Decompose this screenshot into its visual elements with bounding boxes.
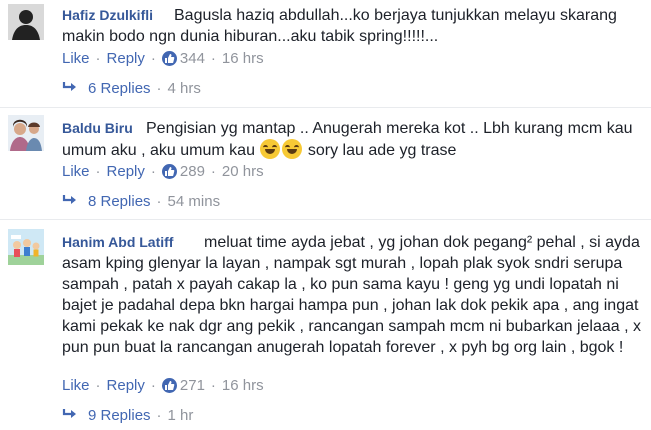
comment-text: meluat time ayda jebat , yg johan dok pe…: [62, 232, 641, 358]
like-button[interactable]: Like: [62, 50, 90, 67]
photo-avatar-icon[interactable]: [8, 115, 44, 151]
comment-actions: Like · Reply · 271 · 16 hrs: [62, 377, 264, 394]
divider: [0, 107, 651, 108]
like-count[interactable]: 344: [180, 50, 205, 67]
comment-body-end: sory lau ade yg trase: [303, 142, 457, 159]
comment-body: meluat time ayda jebat , yg johan dok pe…: [62, 234, 641, 356]
comment-time[interactable]: 20 hrs: [222, 163, 264, 180]
separator: ·: [95, 377, 101, 394]
separator: ·: [95, 163, 101, 180]
comment-actions: Like · Reply · 289 · 20 hrs: [62, 163, 264, 180]
replies-time: 54 mins: [167, 193, 221, 210]
reply-button[interactable]: Reply: [107, 50, 145, 67]
cartoon-avatar-icon[interactable]: [8, 229, 44, 265]
divider: [0, 219, 651, 220]
like-count[interactable]: 289: [180, 163, 205, 180]
comment-text: Bagusla haziq abdullah...ko berjaya tunj…: [62, 5, 641, 47]
thumbs-up-icon[interactable]: [161, 51, 177, 66]
like-button[interactable]: Like: [62, 377, 90, 394]
separator: ·: [150, 50, 156, 67]
separator: ·: [210, 377, 216, 394]
separator: ·: [95, 50, 101, 67]
reply-arrow-icon: [62, 407, 80, 424]
comment-text: Pengisian yg mantap .. Anugerah mereka k…: [62, 118, 641, 161]
separator: ·: [156, 80, 162, 97]
reply-arrow-icon: [62, 193, 80, 210]
silhouette-avatar-icon[interactable]: [8, 4, 44, 40]
reply-button[interactable]: Reply: [107, 163, 145, 180]
separator: ·: [156, 407, 162, 424]
separator: ·: [150, 377, 156, 394]
laughing-emoji-icon: [260, 139, 281, 159]
comment-body: Bagusla haziq abdullah...ko berjaya tunj…: [62, 7, 617, 45]
replies-link[interactable]: 8 Replies · 54 mins: [62, 193, 220, 210]
comment-time[interactable]: 16 hrs: [222, 50, 264, 67]
thumbs-up-icon[interactable]: [161, 164, 177, 179]
replies-time: 4 hrs: [167, 80, 201, 97]
reply-arrow-icon: [62, 80, 80, 97]
replies-time: 1 hr: [167, 407, 194, 424]
separator: ·: [150, 163, 156, 180]
like-button[interactable]: Like: [62, 163, 90, 180]
replies-count[interactable]: 9 Replies: [88, 407, 151, 424]
comment-time[interactable]: 16 hrs: [222, 377, 264, 394]
comment-actions: Like · Reply · 344 · 16 hrs: [62, 50, 264, 67]
laughing-emoji-icon: [282, 139, 303, 159]
replies-count[interactable]: 8 Replies: [88, 193, 151, 210]
reply-button[interactable]: Reply: [107, 377, 145, 394]
separator: ·: [210, 163, 216, 180]
thumbs-up-icon[interactable]: [161, 378, 177, 393]
separator: ·: [210, 50, 216, 67]
separator: ·: [156, 193, 162, 210]
replies-link[interactable]: 6 Replies · 4 hrs: [62, 80, 201, 97]
replies-count[interactable]: 6 Replies: [88, 80, 151, 97]
like-count[interactable]: 271: [180, 377, 205, 394]
replies-link[interactable]: 9 Replies · 1 hr: [62, 407, 193, 424]
